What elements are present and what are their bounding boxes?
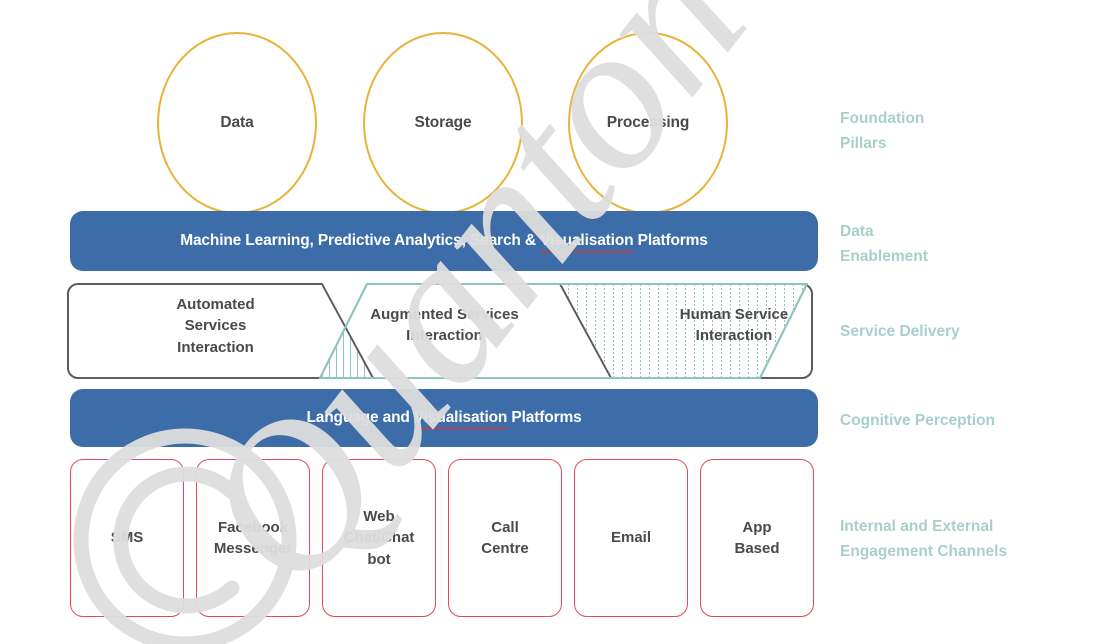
engagement-channels-row: SMS Facebook Messenger Web Chat/Chat bot…	[70, 459, 818, 617]
label-line: Chat/Chat	[343, 529, 415, 547]
label-line: SMS	[110, 529, 144, 547]
channel-label: Email	[607, 527, 655, 548]
banner-text-leading: Machine Learning, Predictive Analytics, …	[180, 232, 541, 249]
pillar-label: Storage	[414, 114, 472, 131]
diagram-canvas: Quanton Data Storage Processing Machine …	[0, 0, 1094, 644]
banner-text-trailing: Platforms	[507, 409, 582, 426]
caption-line: Foundation	[840, 110, 925, 127]
channel-label: Call Centre	[477, 517, 533, 560]
pillar-data[interactable]: Data	[157, 32, 317, 214]
caption-line: Enablement	[840, 247, 928, 265]
pillar-processing[interactable]: Processing	[568, 32, 728, 214]
pillar-label: Data	[220, 114, 254, 131]
banner-text-leading: Language and	[306, 409, 414, 426]
channel-facebook-messenger[interactable]: Facebook Messenger	[196, 459, 310, 617]
label-line: Messenger	[213, 540, 293, 557]
caption-line: Engagement Channels	[840, 542, 1008, 560]
cognitive-perception-banner-label: Language and Visualisation Platforms	[306, 409, 582, 430]
channel-label: App Based	[730, 517, 783, 560]
caption-engagement-channels: Internal and External Engagement Channel…	[840, 515, 1090, 565]
caption-line: Internal and External	[840, 518, 994, 535]
caption-service-delivery: Service Delivery	[840, 320, 1090, 345]
service-delivery-row: Automated Services Interaction Augmented…	[60, 276, 830, 386]
channel-app-based[interactable]: App Based	[700, 459, 814, 617]
data-enablement-banner-label: Machine Learning, Predictive Analytics, …	[180, 232, 708, 253]
caption-line: Cognitive Perception	[840, 412, 996, 429]
label-line: bot	[367, 550, 391, 568]
label-line: Centre	[481, 540, 529, 557]
caption-foundation-pillars: Foundation Pillars	[840, 107, 1090, 157]
banner-text-misspelled: Visualisation	[413, 409, 508, 430]
cognitive-perception-banner[interactable]: Language and Visualisation Platforms	[70, 389, 818, 447]
channel-call-centre[interactable]: Call Centre	[448, 459, 562, 617]
pillar-label: Processing	[606, 114, 690, 131]
channel-label: Facebook Messenger	[210, 517, 296, 560]
caption-line: Data	[840, 223, 874, 240]
channel-label: Web Chat/Chat bot	[340, 506, 419, 570]
caption-line: Service Delivery	[840, 323, 960, 340]
channel-label: SMS	[107, 527, 148, 548]
channel-email[interactable]: Email	[574, 459, 688, 617]
label-line: App	[742, 518, 772, 536]
caption-cognitive-perception: Cognitive Perception	[840, 409, 1090, 434]
pillar-storage[interactable]: Storage	[363, 32, 523, 214]
caption-data-enablement: Data Enablement	[840, 220, 1090, 270]
channel-sms[interactable]: SMS	[70, 459, 184, 617]
caption-line: Pillars	[840, 134, 887, 152]
banner-text-misspelled: Visualisation	[540, 232, 634, 253]
data-enablement-banner[interactable]: Machine Learning, Predictive Analytics, …	[70, 211, 818, 271]
label-line: Email	[610, 529, 652, 547]
banner-text-trailing: Platforms	[633, 232, 708, 249]
label-line: Based	[734, 540, 780, 557]
foundation-pillars-row: Data Storage Processing	[0, 32, 820, 214]
channel-web-chat-bot[interactable]: Web Chat/Chat bot	[322, 459, 436, 617]
label-line: Web	[363, 508, 395, 526]
label-line: Facebook	[217, 518, 289, 536]
label-line: Call	[491, 518, 519, 536]
